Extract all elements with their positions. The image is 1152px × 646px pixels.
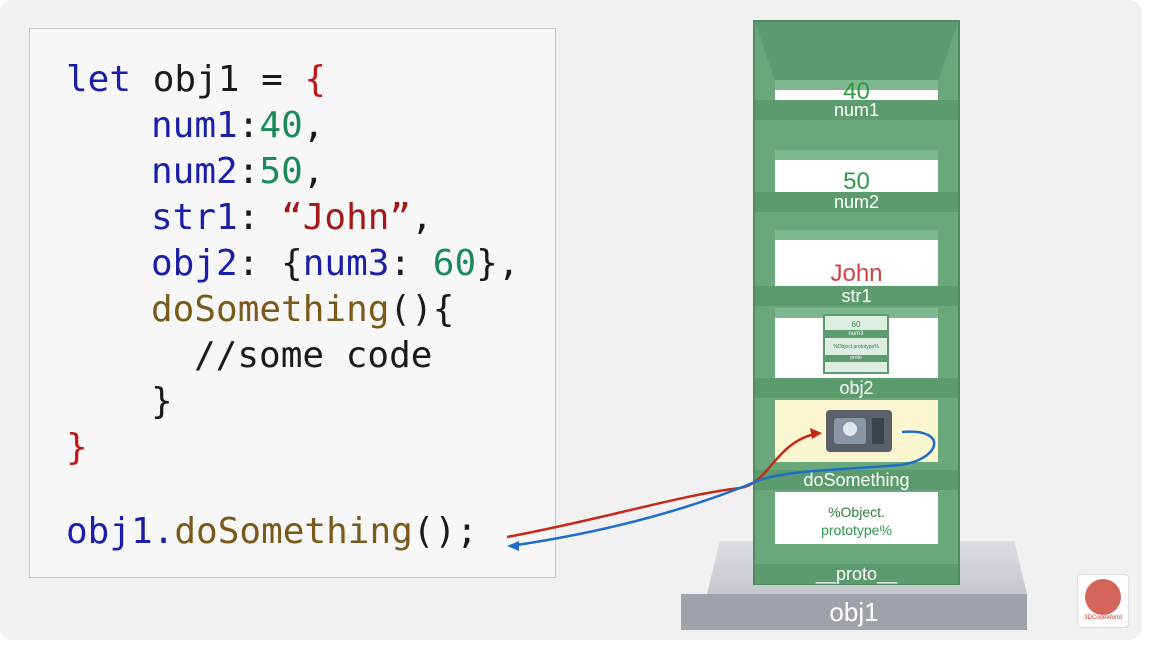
logo-icon (1085, 579, 1121, 615)
video-frame: let obj1 = { num1:40, num2:50, str1: “Jo… (0, 0, 1142, 640)
return-arrow-blue (509, 430, 936, 548)
call-arrows (506, 428, 936, 551)
channel-logo[interactable]: 3DCodeWorld (1077, 574, 1129, 628)
blue-arrow-head (507, 541, 519, 551)
call-arrow-red (506, 431, 821, 539)
red-arrow-head (810, 428, 822, 439)
logo-text: 3DCodeWorld (1084, 615, 1122, 621)
